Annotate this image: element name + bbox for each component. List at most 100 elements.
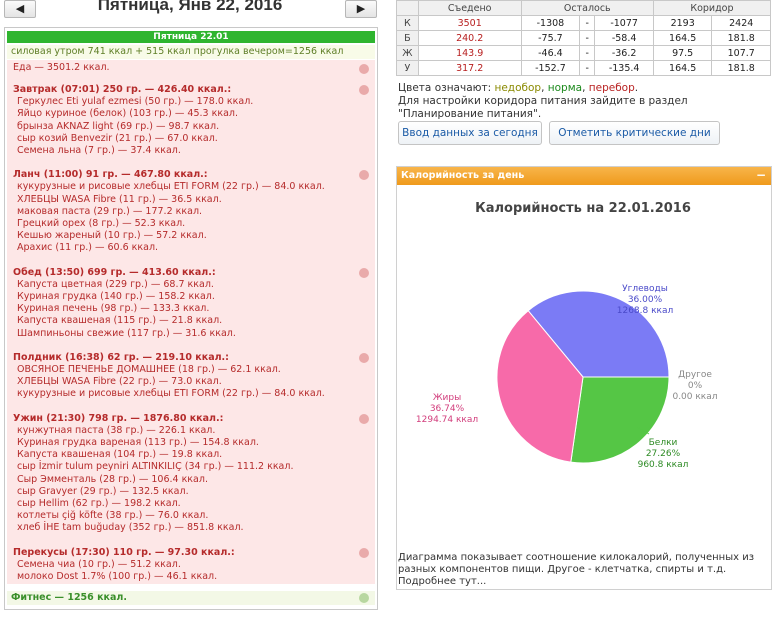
calorie-panel: Калорийность за день − Калорийность на 2… xyxy=(396,166,772,590)
slice-label-percent: 0% xyxy=(688,381,703,391)
next-day-button[interactable]: ▶ xyxy=(345,0,377,18)
food-item[interactable]: Шампиньоны свежие (117 гр.) — 31.6 ккал. xyxy=(17,328,236,340)
stats-row: К 3501 -1308- -1077 2193 2424 xyxy=(396,15,771,31)
food-item[interactable]: сыр Hellim (62 гр.) — 198.2 ккал. xyxy=(17,498,181,510)
food-item[interactable]: Куриная печень (98 гр.) — 133.3 ккал. xyxy=(17,303,209,315)
stats-dash: - xyxy=(579,60,596,76)
food-item[interactable]: сыр İzmir tulum peyniri ALTINKILIÇ (34 г… xyxy=(17,461,293,473)
food-item[interactable]: брынза AKNAZ light (69 гр.) — 98.7 ккал. xyxy=(17,121,219,133)
stats-header-left: Осталось xyxy=(520,0,654,16)
stats-row-label: Б xyxy=(396,30,419,46)
food-item[interactable]: Яйцо куриное (белок) (103 гр.) — 45.3 кк… xyxy=(17,108,238,120)
chart-title: Калорийность на 22.01.2016 xyxy=(475,201,691,216)
stats-corr-min: 97.5 xyxy=(652,45,713,61)
legend-under: недобор xyxy=(494,82,542,94)
panel-title: Калорийность за день xyxy=(401,170,525,181)
legend-over: перебор xyxy=(588,82,635,94)
food-item[interactable]: Грецкий орех (8 гр.) — 52.3 ккал. xyxy=(17,218,185,230)
food-item[interactable]: Кешью жареный (10 гр.) — 57.2 ккал. xyxy=(17,230,207,242)
food-item[interactable]: кукурузные и рисовые хлебцы ETI FORM (22… xyxy=(17,388,325,400)
stats-row-label: Ж xyxy=(396,45,419,61)
food-item[interactable]: сыр Gravyer (29 гр.) — 132.5 ккал. xyxy=(17,486,189,498)
fitness-line[interactable]: Фитнес — 1256 ккал. xyxy=(7,591,375,605)
stats-corr-min: 2193 xyxy=(652,15,713,31)
slice-label-name: Углеводы xyxy=(622,284,668,294)
slice-label-percent: 36.74% xyxy=(430,404,465,414)
diary-column: ◀ Пятница, Янв 22, 2016 ▶ Пятница 22.01 … xyxy=(0,0,384,617)
add-food-icon[interactable] xyxy=(359,170,369,181)
add-food-icon[interactable] xyxy=(359,547,369,558)
slice-label-value: 1294.74 ккал xyxy=(416,415,478,425)
food-item[interactable]: Куриная грудка (140 гр.) — 158.2 ккал. xyxy=(17,291,215,303)
legend-prefix: Цвета означают: xyxy=(398,82,492,94)
slice-label-value: 0.00 ккал xyxy=(672,392,717,402)
slice-label-percent: 27.26% xyxy=(646,449,681,459)
stats-row: Ж 143.9 -46.4- -36.2 97.5 107.7 xyxy=(396,45,771,61)
arrow-right-icon: ▶ xyxy=(356,2,366,15)
meal-header: Перекусы (17:30) 110 гр. — 97.30 ккал.: xyxy=(13,546,235,558)
fitness-label: Фитнес — 1256 ккал. xyxy=(11,592,127,603)
food-item[interactable]: кукурузные и рисовые хлебцы ETI FORM (22… xyxy=(17,181,325,193)
stats-header-blank xyxy=(396,0,419,16)
date-title: Пятница, Янв 22, 2016 xyxy=(97,0,283,14)
add-food-icon[interactable] xyxy=(359,413,369,424)
food-item[interactable]: Геркулес Eti yulaf ezmesi (50 гр.) — 178… xyxy=(17,96,253,108)
stats-body: К 3501 -1308- -1077 2193 2424 Б 240.2 -75.7- -58.… xyxy=(396,15,771,76)
food-item[interactable]: хлеб İHE tam buğuday (352 гр.) — 851.8 к… xyxy=(17,522,244,534)
stats-table: Съедено Осталось Коридор К 3501 -1308- -107… xyxy=(396,0,772,76)
food-item[interactable]: ХЛЕБЦЫ WASA Fibre (11 гр.) — 36.5 ккал. xyxy=(17,194,222,206)
add-food-icon[interactable] xyxy=(359,352,369,363)
collapse-icon[interactable]: − xyxy=(755,169,767,182)
slice-label-name: Другое xyxy=(678,370,712,380)
prev-day-button[interactable]: ◀ xyxy=(4,0,36,18)
stats-corr-min: 164.5 xyxy=(652,30,713,46)
food-item[interactable]: Куриная грудка вареная (113 гр.) — 154.8… xyxy=(17,437,259,449)
food-item[interactable]: Капуста квашеная (104 гр.) — 19.8 ккал. xyxy=(17,449,222,461)
food-item[interactable]: Капуста цветная (229 гр.) — 68.7 ккал. xyxy=(17,279,214,291)
activity-line[interactable]: силовая утром 741 ккал + 515 ккал прогул… xyxy=(7,45,375,59)
legend-norm: норма xyxy=(547,82,583,94)
meal-header: Завтрак (07:01) 250 гр. — 426.40 ккал.: xyxy=(13,84,232,95)
day-bar: Пятница 22.01 xyxy=(7,31,375,43)
enter-today-button[interactable]: Ввод данных за сегодня xyxy=(398,121,542,145)
add-food-icon[interactable] xyxy=(359,267,369,278)
stats-corr-max: 181.8 xyxy=(711,60,771,76)
food-item[interactable]: котлеты çiğ köfte (38 гр.) — 76.0 ккал. xyxy=(17,510,208,522)
stats-left-min: -75.7 xyxy=(520,30,581,46)
stats-left-min: -1308 xyxy=(520,15,581,31)
stats-corr-max: 181.8 xyxy=(711,30,771,46)
arrow-left-icon: ◀ xyxy=(15,2,25,15)
chart-caption[interactable]: Диаграмма показывает соотношение килокал… xyxy=(398,552,768,588)
food-item[interactable]: кунжутная паста (38 гр.) — 226.1 ккал. xyxy=(17,425,215,437)
meal-header: Ужин (21:30) 798 гр. — 1876.80 ккал.: xyxy=(13,412,224,424)
stats-eaten: 240.2 xyxy=(417,30,522,46)
fitness-icon[interactable] xyxy=(359,593,369,603)
stats-left-max: -1077 xyxy=(594,15,654,31)
chart-container: Калорийность на 22.01.2016 Углеводы 36.00%… xyxy=(399,187,769,542)
slice-label-name: Белки xyxy=(649,438,678,448)
food-item[interactable]: ХЛЕБЦЫ WASA Fibre (22 гр.) — 73.0 ккал. xyxy=(17,376,222,388)
food-item[interactable]: Арахис (11 гр.) — 60.6 ккал. xyxy=(17,242,158,254)
stats-row-label: У xyxy=(396,60,419,76)
stats-eaten: 317.2 xyxy=(417,60,522,76)
stats-left-min: -46.4 xyxy=(520,45,581,61)
food-item[interactable]: молоко Dost 1.7% (100 гр.) — 46.1 ккал. xyxy=(17,571,217,583)
stats-row: У 317.2 -152.7- -135.4 164.5 181.8 xyxy=(396,60,771,76)
pie-chart: Калорийность на 22.01.2016 Углеводы36.00%… xyxy=(416,201,718,470)
food-item[interactable]: сыр козий Benvezir (21 гр.) — 67.0 ккал. xyxy=(17,133,218,145)
food-item[interactable]: Семена чиа (10 гр.) — 51.2 ккал. xyxy=(17,559,181,571)
food-item[interactable]: маковая паста (29 гр.) — 177.2 ккал. xyxy=(17,206,202,218)
mark-critical-button[interactable]: Отметить критические дни xyxy=(549,121,720,145)
food-item[interactable]: Сыр Эмменталь (28 гр.) — 106.4 ккал. xyxy=(17,474,208,486)
food-item[interactable]: Семена льна (7 гр.) — 37.4 ккал. xyxy=(17,145,181,157)
legend-sep-1: , xyxy=(541,82,545,94)
add-food-icon[interactable] xyxy=(359,64,369,74)
stats-row-label: К xyxy=(396,15,419,31)
food-item[interactable]: Капуста квашеная (115 гр.) — 21.8 ккал. xyxy=(17,315,222,327)
food-item[interactable]: ОВСЯНОЕ ПЕЧЕНЬЕ ДОМАШНЕЕ (18 гр.) — 62.1… xyxy=(17,364,281,376)
food-total: Еда — 3501.2 ккал. xyxy=(13,62,110,73)
add-food-icon[interactable] xyxy=(359,85,369,95)
legend-sep-2: , xyxy=(582,82,586,94)
meal-header: Полдник (16:38) 62 гр. — 219.10 ккал.: xyxy=(13,351,229,363)
meal-header: Ланч (11:00) 91 гр. — 467.80 ккал.: xyxy=(13,169,208,181)
